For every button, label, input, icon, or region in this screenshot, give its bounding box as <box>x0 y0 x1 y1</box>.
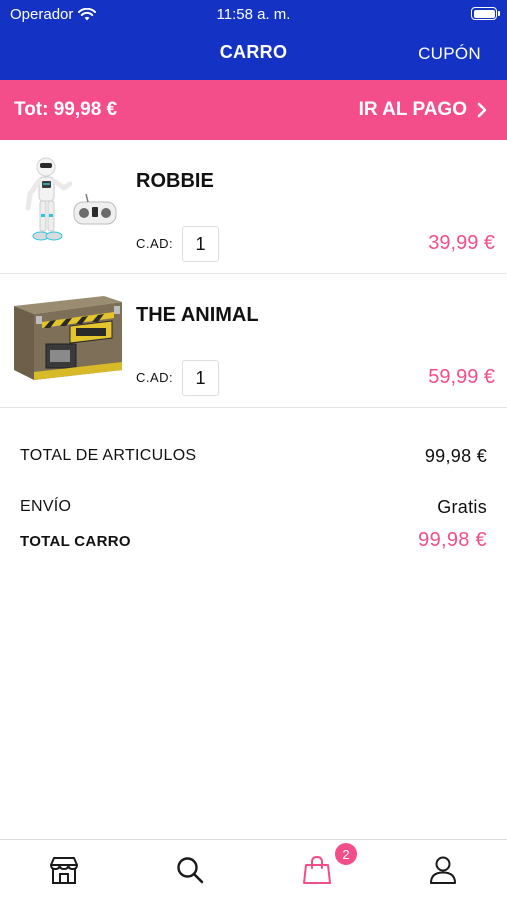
cart-total-row: TOTAL CARRO 99,98 € <box>20 529 487 551</box>
chevron-right-icon <box>477 102 487 118</box>
store-icon <box>50 857 78 884</box>
cart-total-label: TOTAL CARRO <box>20 533 131 550</box>
cart-item: ROBBIE C.AD: 1 39,99 € <box>0 140 507 274</box>
checkout-label: IR AL PAGO <box>358 99 467 120</box>
cart-list: ROBBIE C.AD: 1 39,99 € THE ANIMAL C.AD: … <box>0 140 507 408</box>
item-name[interactable]: ROBBIE <box>136 170 214 193</box>
cart-total-summary: Tot: 99,98 € <box>14 99 118 120</box>
battery-icon <box>471 7 500 20</box>
quantity-label: C.AD: <box>136 236 174 251</box>
search-icon <box>177 857 204 884</box>
tab-account[interactable] <box>423 850 463 890</box>
cart-count-badge: 2 <box>335 843 357 865</box>
app-header: Operador 11:58 a. m. CARRO CUPÓN <box>0 0 507 80</box>
total-bar: Tot: 99,98 € IR AL PAGO <box>0 80 507 140</box>
tab-search[interactable] <box>170 850 210 890</box>
quantity-label: C.AD: <box>136 370 174 385</box>
tab-cart[interactable] <box>297 850 337 890</box>
item-price: 59,99 € <box>428 366 495 388</box>
tab-store[interactable] <box>44 850 84 890</box>
shopping-bag-icon <box>303 855 331 884</box>
articles-total-label: TOTAL DE ARTICULOS <box>20 447 197 464</box>
articles-total-value: 99,98 € <box>424 446 487 466</box>
coupon-button[interactable]: CUPÓN <box>418 44 481 64</box>
status-bar: Operador 11:58 a. m. <box>0 0 507 28</box>
quantity-input[interactable]: 1 <box>182 360 219 396</box>
articles-total-row: TOTAL DE ARTICULOS 99,98 € <box>20 446 487 466</box>
checkout-button[interactable]: IR AL PAGO <box>359 99 487 121</box>
cart-item: THE ANIMAL C.AD: 1 59,99 € <box>0 274 507 408</box>
shipping-label: ENVÍO <box>20 498 72 515</box>
shipping-value: Gratis <box>437 497 487 517</box>
robot-toy-image[interactable] <box>12 154 124 254</box>
item-name[interactable]: THE ANIMAL <box>136 304 259 327</box>
user-icon <box>430 856 456 884</box>
animal-box-toy-image[interactable] <box>12 288 124 388</box>
tab-bar <box>0 839 507 900</box>
item-price: 39,99 € <box>428 232 495 254</box>
quantity-input[interactable]: 1 <box>182 226 219 262</box>
cart-total-value: 99,98 € <box>418 529 487 551</box>
status-time: 11:58 a. m. <box>216 6 291 23</box>
shipping-row: ENVÍO Gratis <box>20 497 487 517</box>
